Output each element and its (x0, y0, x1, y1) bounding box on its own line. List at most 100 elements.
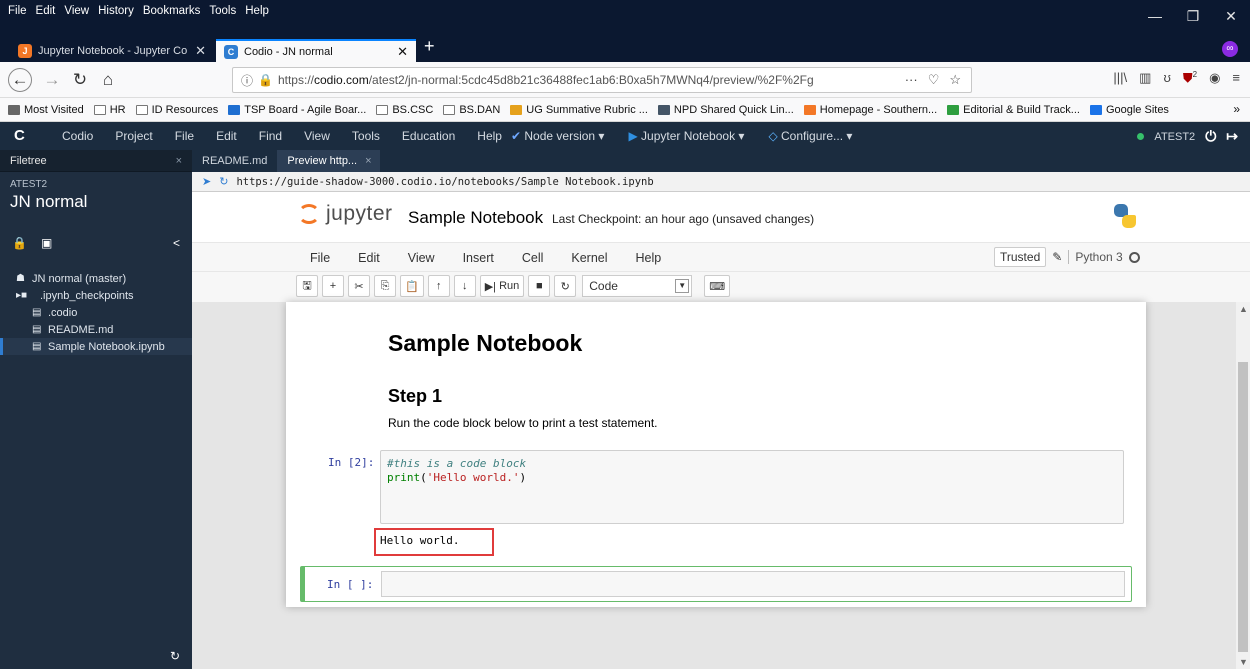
filetree-item[interactable]: ▤ README.md (0, 321, 192, 338)
codio-menu-project[interactable]: Project (115, 129, 152, 143)
command-palette-icon[interactable]: ⌨ (704, 275, 731, 297)
cell-type-select[interactable]: Code ▼ (582, 275, 693, 297)
browser-tab-jupyter[interactable]: J Jupyter Notebook - Jupyter Co ✕ (10, 39, 214, 62)
library-icon[interactable]: |||\ (1113, 70, 1127, 86)
menu-bookmarks[interactable]: Bookmarks (143, 5, 201, 17)
codio-menu-help[interactable]: Help (477, 129, 502, 143)
forward-icon[interactable]: → (40, 68, 64, 92)
jupyter-menu-cell[interactable]: Cell (522, 251, 544, 265)
notebook-title[interactable]: Sample Notebook (408, 208, 543, 228)
restore-icon[interactable]: ❐ (1174, 8, 1212, 25)
bookmark-item[interactable]: Google Sites (1089, 104, 1169, 116)
bookmark-item[interactable]: NPD Shared Quick Lin... (657, 104, 794, 116)
codio-logo-icon[interactable]: C (14, 127, 28, 144)
filetree-tab[interactable]: Filetree × (0, 150, 192, 172)
codio-menu-tools[interactable]: Tools (352, 129, 380, 143)
filetree-item[interactable]: ▸■ .ipynb_checkpoints (0, 287, 192, 304)
info-icon[interactable]: ⓘ (241, 72, 253, 89)
bookmark-item[interactable]: BS.CSC (376, 104, 433, 116)
reload-icon[interactable]: ↻ (68, 68, 92, 92)
jupyter-menu-edit[interactable]: Edit (358, 251, 380, 265)
menu-view[interactable]: View (64, 5, 89, 17)
navigate-icon[interactable]: ➤ (202, 175, 211, 188)
restart-icon[interactable]: ↻ (554, 275, 577, 297)
close-window-icon[interactable]: ✕ (1212, 8, 1250, 25)
extension-icon[interactable]: ʊ (1163, 70, 1170, 86)
refresh-icon[interactable]: ↻ (170, 649, 180, 663)
scroll-up-icon[interactable]: ▲ (1239, 304, 1248, 314)
logout-icon[interactable]: ↦ (1226, 128, 1238, 145)
ublock-icon[interactable]: ⛊2 (1183, 70, 1197, 86)
code-editor[interactable]: #this is a code block print('Hello world… (380, 450, 1124, 524)
browser-tab-codio[interactable]: C Codio - JN normal ✕ (216, 39, 416, 62)
close-tab-icon[interactable]: ✕ (195, 43, 206, 59)
bookmark-item[interactable]: BS.DAN (443, 104, 500, 116)
hamburger-menu-icon[interactable]: ≡ (1232, 70, 1240, 86)
codio-menu-file[interactable]: File (175, 129, 194, 143)
jupyter-menu-help[interactable]: Help (636, 251, 662, 265)
codio-dropdown[interactable]: ◇ Configure... ▾ (768, 129, 852, 143)
new-tab-icon[interactable]: + (424, 36, 435, 57)
menu-help[interactable]: Help (245, 5, 269, 17)
scroll-down-icon[interactable]: ▼ (1239, 657, 1248, 667)
address-bar[interactable]: ⓘ 🔒 https://codio.com/atest2/jn-normal:5… (232, 67, 972, 93)
jupyter-menu-file[interactable]: File (310, 251, 330, 265)
code-editor[interactable] (381, 571, 1125, 597)
sidebar-icon[interactable]: ▥ (1139, 70, 1151, 86)
preview-url[interactable]: https://guide-shadow-3000.codio.io/noteb… (236, 176, 653, 188)
code-cell[interactable]: In [2]: #this is a code block print('Hel… (286, 402, 1146, 528)
menu-edit[interactable]: Edit (36, 5, 56, 17)
bookmark-item[interactable]: ID Resources (135, 104, 218, 116)
user-name[interactable]: ATEST2 (1154, 131, 1195, 143)
screen-icon[interactable]: ▣ (41, 236, 52, 250)
cut-icon[interactable]: ✂ (348, 275, 370, 297)
bookmark-item[interactable]: Homepage - Southern... (803, 104, 937, 116)
codio-dropdown[interactable]: ✔ Node version ▾ (511, 129, 604, 143)
empty-code-cell[interactable]: In [ ]: (300, 566, 1132, 602)
notebook-scrollbar[interactable]: ▲ ▼ (1236, 302, 1250, 669)
jupyter-logo[interactable]: jupyter (298, 202, 393, 226)
move-down-icon[interactable]: ↓ (453, 275, 476, 297)
codio-dropdown[interactable]: ▶ Jupyter Notebook ▾ (628, 129, 744, 143)
extension2-icon[interactable]: ◉ (1209, 70, 1220, 86)
power-icon[interactable]: ⏻ (1205, 128, 1216, 145)
run-button[interactable]: ▶| Run (479, 275, 525, 297)
kernel-name[interactable]: Python 3 (1068, 250, 1123, 264)
codio-menu-view[interactable]: View (304, 129, 330, 143)
bookmark-item[interactable]: HR (93, 104, 126, 116)
codio-menu-edit[interactable]: Edit (216, 129, 237, 143)
edit-pencil-icon[interactable]: ✎ (1052, 250, 1062, 264)
refresh-icon[interactable]: ↻ (219, 175, 228, 188)
filetree-item[interactable]: ☗ JN normal (master) (0, 270, 192, 287)
jupyter-menu-kernel[interactable]: Kernel (571, 251, 607, 265)
back-icon[interactable]: ← (8, 68, 32, 92)
scrollbar-thumb[interactable] (1238, 362, 1248, 652)
bookmark-item[interactable]: Most Visited (8, 104, 84, 116)
codio-menu-find[interactable]: Find (259, 129, 282, 143)
filetree-item[interactable]: ▤ .codio (0, 304, 192, 321)
more-bookmarks-icon[interactable]: » (1233, 102, 1240, 116)
menu-tools[interactable]: Tools (209, 5, 236, 17)
page-actions-icon[interactable]: ··· (905, 72, 918, 88)
home-icon[interactable]: ⌂ (96, 68, 120, 92)
pocket-icon[interactable]: ♡ (928, 72, 940, 88)
bookmark-item[interactable]: Editorial & Build Track... (947, 104, 1080, 116)
stop-icon[interactable]: ■ (528, 275, 551, 297)
editor-tab-readme[interactable]: README.md (192, 150, 277, 172)
codio-menu-education[interactable]: Education (402, 129, 455, 143)
codio-menu-codio[interactable]: Codio (62, 129, 93, 143)
lock-icon[interactable]: 🔒 (12, 236, 27, 250)
jupyter-menu-insert[interactable]: Insert (463, 251, 494, 265)
close-tab-icon[interactable]: ✕ (397, 44, 408, 60)
menu-file[interactable]: File (8, 5, 27, 17)
trusted-indicator[interactable]: Trusted (994, 247, 1047, 267)
add-cell-icon[interactable]: + (322, 275, 344, 297)
minimize-icon[interactable]: — (1136, 8, 1174, 25)
menu-history[interactable]: History (98, 5, 134, 17)
paste-icon[interactable]: 📋 (400, 275, 424, 297)
bookmark-star-icon[interactable]: ☆ (949, 72, 961, 88)
close-tab-icon[interactable]: × (365, 155, 371, 167)
save-icon[interactable]: 🖫 (296, 275, 318, 297)
filetree-item[interactable]: ▤ Sample Notebook.ipynb (0, 338, 192, 355)
copy-icon[interactable]: ⎘ (374, 275, 396, 297)
